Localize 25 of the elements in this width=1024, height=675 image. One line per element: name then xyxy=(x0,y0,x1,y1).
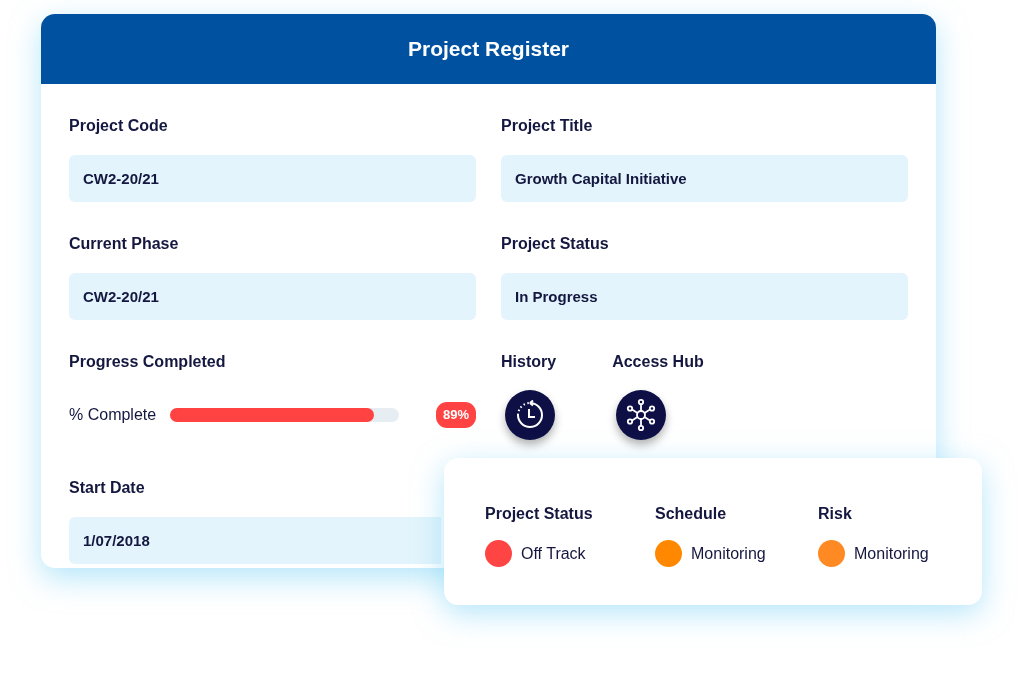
section-label: Progress Completed xyxy=(69,352,226,372)
status-label: Project Status xyxy=(485,504,594,524)
input-field[interactable]: In Progress xyxy=(501,273,908,320)
action-label: Access Hub xyxy=(612,352,704,372)
hub-button[interactable] xyxy=(616,390,667,440)
status-label: Schedule xyxy=(655,504,728,524)
history-icon xyxy=(515,400,545,430)
history-button[interactable] xyxy=(505,390,555,440)
field-label: Project Status xyxy=(501,234,609,254)
progress-label: % Complete xyxy=(69,404,157,425)
status-value: Monitoring xyxy=(691,543,766,564)
date-field[interactable]: 1/07/2018 xyxy=(69,517,441,564)
field-label: Start Date xyxy=(69,478,145,498)
status-value: Monitoring xyxy=(854,543,929,564)
window-title: Project Register xyxy=(41,14,936,84)
input-field[interactable]: CW2-20/21 xyxy=(69,155,476,202)
input-field[interactable]: Growth Capital Initiative xyxy=(501,155,908,202)
input-field[interactable]: CW2-20/21 xyxy=(69,273,476,320)
status-value: Off Track xyxy=(521,543,586,564)
action-label: History xyxy=(501,352,557,372)
status-label: Risk xyxy=(818,504,853,524)
field-label: Project Title xyxy=(501,116,593,136)
percent-badge: 89% xyxy=(435,402,476,428)
field-label: Current Phase xyxy=(69,234,179,254)
field-label: Project Code xyxy=(69,116,168,136)
